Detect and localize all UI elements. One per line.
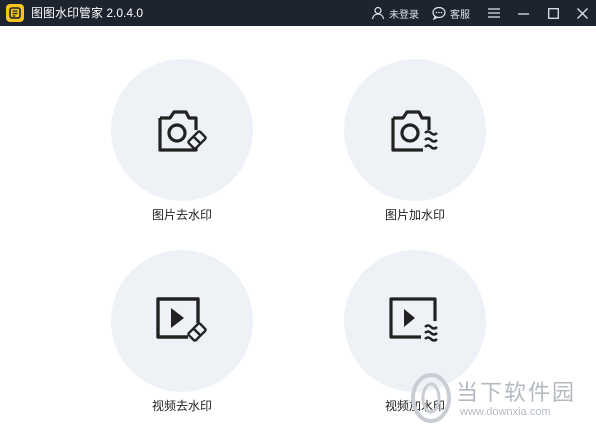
site-watermark: 当下软件园 www.downxia.com	[410, 373, 590, 433]
card-circle	[111, 250, 253, 392]
minimize-button[interactable]	[509, 0, 537, 26]
app-logo-icon	[6, 4, 24, 22]
watermark-url: www.downxia.com	[460, 406, 551, 418]
card-circle	[344, 59, 486, 201]
camera-eraser-icon	[158, 110, 207, 152]
camera-waves-icon	[391, 110, 438, 152]
video-waves-icon	[389, 297, 438, 342]
login-label: 未登录	[389, 9, 419, 21]
menu-button[interactable]	[480, 0, 508, 26]
card-label: 图片去水印	[151, 208, 212, 222]
login-button[interactable]: 未登录	[371, 0, 419, 26]
service-label: 客服	[450, 9, 470, 21]
card-label: 视频去水印	[151, 399, 212, 413]
app-title: 图图水印管家 2.0.4.0	[31, 6, 144, 20]
remove-image-watermark-button[interactable]: 图片去水印	[111, 59, 253, 239]
customer-service-button[interactable]: 客服	[432, 0, 470, 26]
add-image-watermark-button[interactable]: 图片加水印	[344, 59, 486, 239]
card-circle	[111, 59, 253, 201]
remove-video-watermark-button[interactable]: 视频去水印	[111, 250, 253, 430]
chat-bubble-icon	[432, 6, 446, 20]
minimize-icon	[517, 12, 529, 15]
user-icon	[371, 6, 385, 20]
video-eraser-icon	[156, 297, 207, 342]
close-button[interactable]	[568, 0, 596, 26]
hamburger-menu-icon	[488, 8, 500, 18]
watermark-name: 当下软件园	[456, 380, 577, 405]
close-icon	[576, 7, 588, 19]
title-bar: 图图水印管家 2.0.4.0 未登录 客服	[0, 0, 596, 26]
maximize-button[interactable]	[539, 0, 567, 26]
card-label: 图片加水印	[384, 208, 445, 222]
maximize-icon	[547, 7, 559, 19]
watermark-logo-icon	[411, 373, 451, 423]
card-circle	[344, 250, 486, 392]
